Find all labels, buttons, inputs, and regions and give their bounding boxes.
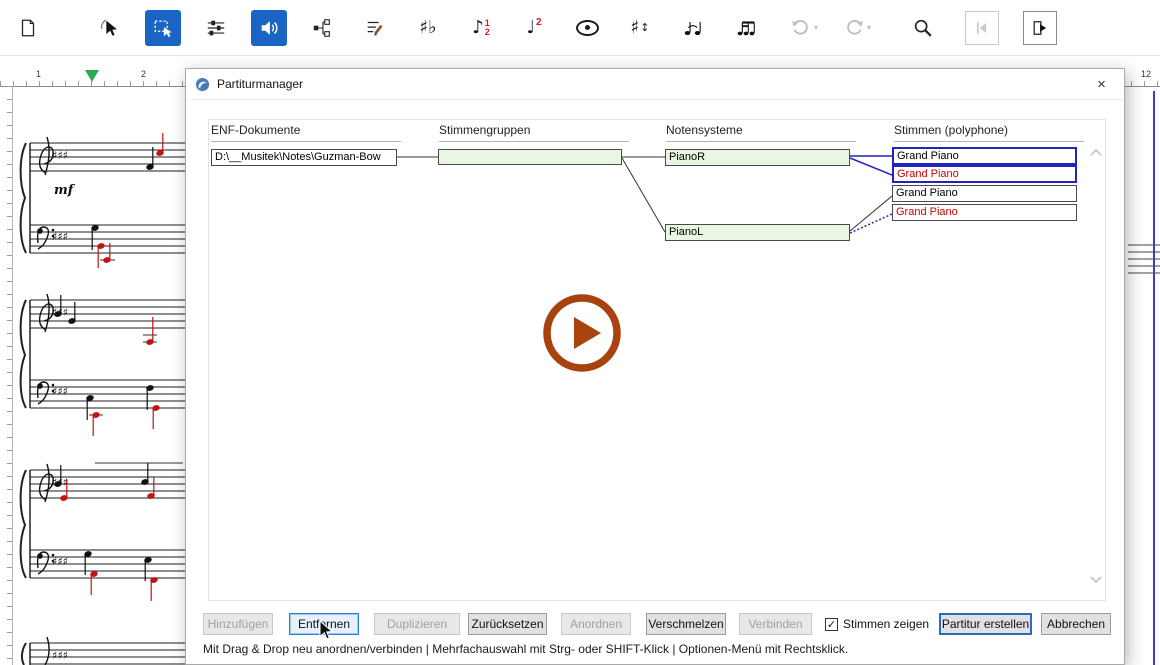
- voice-group-box[interactable]: [438, 149, 622, 165]
- mixer-icon[interactable]: [198, 10, 234, 46]
- pointer-tool-icon[interactable]: [92, 10, 128, 46]
- play-overlay-button[interactable]: [542, 293, 622, 373]
- note-duration-icon[interactable]: ♩ 2: [516, 10, 552, 46]
- grand-staff-system: ♯♯♯ ♯♯♯: [21, 463, 185, 601]
- dynamic-marking: mf: [54, 183, 76, 198]
- grand-staff-system: ♯♯♯ ♯♯♯ mf: [21, 133, 185, 268]
- zoom-icon[interactable]: [905, 10, 941, 46]
- voice-box-4[interactable]: Grand Piano: [892, 204, 1077, 221]
- ruler-number: 12: [1141, 69, 1151, 79]
- dialog-status-text: Mit Drag & Drop neu anordnen/verbinden |…: [203, 642, 848, 656]
- prev-page-icon[interactable]: [965, 11, 999, 45]
- redo-icon[interactable]: ▾: [839, 10, 875, 46]
- voice-box-3[interactable]: Grand Piano: [892, 185, 1077, 202]
- system-box-pianoR[interactable]: PianoR: [665, 149, 850, 166]
- voice-numbers-icon[interactable]: ♪ 12: [463, 10, 499, 46]
- column-header-documents: ENF-Dokumente: [211, 123, 300, 137]
- svg-text:♯♯♯: ♯♯♯: [52, 555, 68, 568]
- ruler-number: 2: [141, 69, 146, 79]
- reset-button[interactable]: Zurücksetzen: [468, 613, 547, 635]
- column-underline: [439, 141, 629, 142]
- vertical-ruler: [0, 86, 13, 665]
- grand-staff-system: ♯♯♯: [22, 637, 185, 665]
- merge-button[interactable]: Verschmelzen: [646, 613, 726, 635]
- score-manager-panel: ENF-Dokumente Stimmengruppen Notensystem…: [208, 119, 1106, 601]
- page-export-icon[interactable]: [10, 10, 46, 46]
- key-signature: ♯♯♯: [52, 230, 68, 243]
- connect-button: Verbinden: [739, 613, 812, 635]
- dialog-button-row: Hinzufügen Entfernen Duplizieren Zurücks…: [203, 613, 1111, 635]
- duplicate-button: Duplizieren: [374, 613, 460, 635]
- ruler-marker[interactable]: [85, 70, 99, 82]
- node-map-icon[interactable]: [304, 10, 340, 46]
- column-underline: [894, 141, 1084, 142]
- column-underline: [211, 141, 401, 142]
- text-edit-icon[interactable]: [357, 10, 393, 46]
- beam-notes-icon[interactable]: [728, 10, 764, 46]
- scroll-up-icon: [1091, 150, 1101, 155]
- voice-box-1[interactable]: Grand Piano: [892, 147, 1077, 165]
- enf-document-box[interactable]: D:\__Musitek\Notes\Guzman-Bow: [211, 149, 397, 166]
- column-underline: [666, 141, 856, 142]
- show-voices-checkbox[interactable]: ✓ Stimmen zeigen: [825, 617, 929, 631]
- accidentals-icon[interactable]: ♯♭: [410, 10, 446, 46]
- svg-text:♯♯♯: ♯♯♯: [52, 649, 68, 662]
- arrange-button: Anordnen: [561, 613, 631, 635]
- column-header-voices: Stimmen (polyphone): [894, 123, 1008, 137]
- cancel-button[interactable]: Abbrechen: [1041, 613, 1111, 635]
- column-header-systems: Notensysteme: [666, 123, 743, 137]
- select-tool-icon[interactable]: [145, 10, 181, 46]
- next-page-icon[interactable]: [1023, 11, 1057, 45]
- scroll-down-icon: [1091, 577, 1101, 582]
- voice-box-2[interactable]: Grand Piano: [892, 165, 1077, 183]
- checkbox-check-icon[interactable]: ✓: [825, 618, 838, 631]
- eye-icon[interactable]: [569, 10, 605, 46]
- partiturmanager-dialog: Partiturmanager × ENF-Dokumente Stimmeng…: [185, 68, 1125, 665]
- toolbar: ♯♭ ♪ 12 ♩ 2 ♯ ↕ ▾ ▾: [0, 0, 1160, 56]
- app-icon: [195, 77, 210, 92]
- mouse-cursor: [319, 620, 333, 646]
- undo-icon[interactable]: ▾: [786, 10, 822, 46]
- speaker-icon[interactable]: [251, 10, 287, 46]
- checkbox-label: Stimmen zeigen: [843, 617, 929, 631]
- grand-staff-system: ♯♯♯ ♯♯♯: [21, 294, 185, 436]
- add-button: Hinzufügen: [203, 613, 273, 635]
- column-header-groups: Stimmengruppen: [439, 123, 530, 137]
- ruler-number: 1: [36, 69, 41, 79]
- dialog-titlebar[interactable]: Partiturmanager ×: [186, 69, 1124, 100]
- close-icon[interactable]: ×: [1079, 69, 1124, 99]
- score-right-fragment: [1128, 91, 1160, 665]
- key-signature: ♯♯♯: [52, 149, 68, 162]
- tie-notes-icon[interactable]: [675, 10, 711, 46]
- system-box-pianoL[interactable]: PianoL: [665, 224, 850, 241]
- dialog-title: Partiturmanager: [217, 77, 303, 91]
- create-score-button[interactable]: Partitur erstellen: [939, 613, 1032, 635]
- transpose-icon[interactable]: ♯ ↕: [622, 10, 658, 46]
- svg-text:♯♯♯: ♯♯♯: [52, 385, 68, 398]
